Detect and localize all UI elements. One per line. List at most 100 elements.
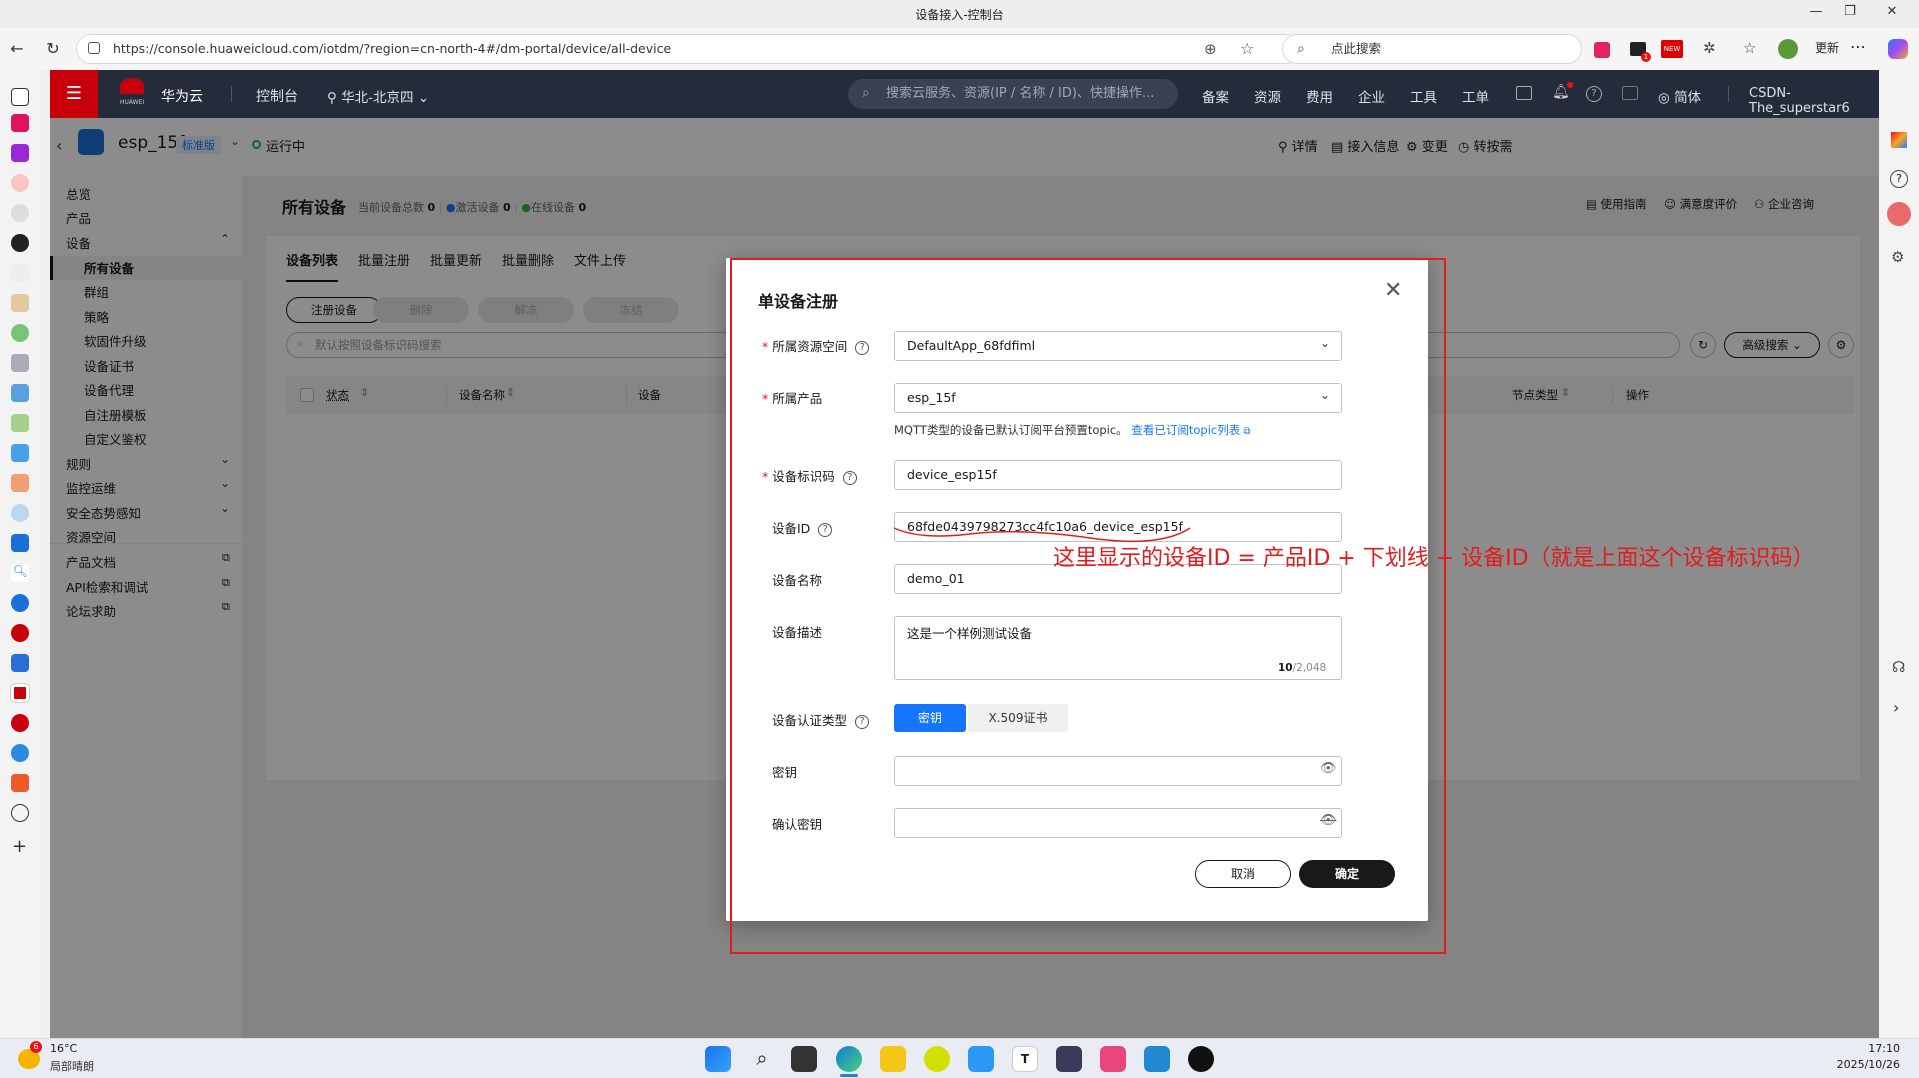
huawei-logo-icon — [120, 78, 144, 94]
app-icon[interactable] — [924, 1046, 950, 1072]
active-app-indicator — [840, 1074, 858, 1077]
language-selector[interactable]: ◎ 简体 — [1658, 86, 1701, 106]
app-icon[interactable] — [1100, 1046, 1126, 1072]
sidebar-app-icon[interactable] — [1891, 132, 1907, 148]
annotation-highlight-box — [730, 258, 1446, 954]
copilot-icon[interactable] — [1888, 39, 1908, 59]
huawei-tab-icon[interactable] — [11, 624, 29, 642]
topbar-menu-item[interactable]: 企业 — [1358, 86, 1385, 106]
tab-favicon[interactable] — [11, 354, 29, 372]
divider — [1728, 86, 1729, 102]
search-icon[interactable]: ⌕ — [749, 1046, 775, 1072]
collections-icon[interactable]: ☆ — [1743, 39, 1756, 57]
tab-favicon[interactable] — [11, 264, 29, 282]
globe-icon[interactable] — [11, 804, 29, 822]
typora-icon[interactable]: T — [1012, 1046, 1038, 1072]
address-bar[interactable]: https://console.huaweicloud.com/iotdm/?r… — [76, 34, 1301, 64]
web-search-input[interactable]: 点此搜索 — [1282, 34, 1582, 64]
topbar-menu-item[interactable]: 工单 — [1462, 86, 1489, 106]
github-icon[interactable] — [11, 234, 29, 252]
vscode-icon[interactable] — [1144, 1046, 1170, 1072]
region-selector[interactable]: ⚲ 华北-北京四 ⌄ — [327, 86, 429, 106]
tab-favicon[interactable] — [11, 594, 29, 612]
minimize-button[interactable]: — — [1806, 4, 1826, 19]
refresh-icon[interactable]: ↻ — [42, 38, 64, 60]
window-titlebar: 设备接入-控制台 — ❐ ✕ — [0, 0, 1919, 28]
topbar-menu-item[interactable]: 资源 — [1254, 86, 1281, 106]
annotation-text: 这里显示的设备ID = 产品ID + 下划线 + 设备ID（就是上面这个设备标识… — [1053, 546, 1815, 571]
start-icon[interactable] — [705, 1046, 731, 1072]
app-icon[interactable] — [1056, 1046, 1082, 1072]
profile-avatar[interactable] — [1778, 39, 1798, 59]
settings-gear-icon[interactable]: ⚙ — [1891, 248, 1904, 266]
close-window-button[interactable]: ✕ — [1882, 4, 1902, 19]
help-icon[interactable]: ? — [1586, 86, 1602, 102]
tab-favicon[interactable] — [11, 324, 29, 342]
tab-favicon[interactable] — [11, 384, 29, 402]
notification-dot — [1567, 82, 1573, 88]
brand-name[interactable]: 华为云 — [161, 86, 203, 106]
tab-favicon[interactable] — [11, 654, 29, 672]
more-icon[interactable]: ⋯ — [1850, 37, 1866, 56]
tab-favicon[interactable] — [11, 474, 29, 492]
tab-favicon[interactable] — [11, 444, 29, 462]
console-link[interactable]: 控制台 — [256, 86, 298, 106]
browser-sidebar: ? ⚙ ☊ › — [1879, 70, 1919, 1038]
maximize-button[interactable]: ❐ — [1840, 4, 1860, 19]
tab-favicon[interactable] — [11, 744, 29, 762]
feedback-icon[interactable] — [1622, 86, 1638, 100]
headset-icon[interactable]: ☊ — [1892, 658, 1905, 676]
edge-icon[interactable] — [836, 1046, 862, 1072]
tab-favicon[interactable] — [11, 174, 29, 192]
tab-favicon[interactable] — [11, 144, 29, 162]
topbar-menu-item[interactable]: 工具 — [1410, 86, 1437, 106]
tab-favicon[interactable] — [11, 534, 29, 552]
huawei-tab-icon-active[interactable] — [10, 683, 30, 703]
search-tab-icon[interactable]: 🔍︎ — [11, 564, 29, 582]
console-search-input[interactable]: 搜索云服务、资源(IP / 名称 / ID)、快捷操作... — [848, 79, 1178, 109]
new-badge[interactable]: NEW — [1661, 40, 1683, 58]
site-info-icon[interactable] — [88, 42, 100, 54]
translate-icon[interactable] — [1887, 202, 1911, 226]
qq-icon[interactable] — [1188, 1046, 1214, 1072]
search-icon: ⌕ — [862, 85, 870, 101]
reader-icon[interactable]: ⊕ — [1204, 40, 1217, 58]
tab-favicon[interactable] — [11, 774, 29, 792]
task-view-icon[interactable] — [791, 1046, 817, 1072]
browser-toolbar: ← ↻ https://console.huaweicloud.com/iotd… — [0, 28, 1919, 70]
favorite-star-icon[interactable]: ☆ — [1240, 39, 1254, 58]
topbar-menu-item[interactable]: 费用 — [1306, 86, 1333, 106]
tab-favicon[interactable] — [11, 114, 29, 132]
weather-desc: 局部晴朗 — [50, 1060, 94, 1073]
tab-favicon[interactable] — [11, 294, 29, 312]
location-icon: ⚲ — [327, 90, 342, 106]
window-title: 设备接入-控制台 — [915, 8, 1004, 22]
search-icon: ⌕ — [1297, 41, 1305, 57]
clock-date[interactable]: 2025/10/26 — [1820, 1058, 1900, 1071]
puzzle-icon[interactable]: ✲ — [1703, 39, 1716, 57]
extension-icon[interactable] — [1594, 42, 1610, 58]
clock-time[interactable]: 17:10 — [1850, 1042, 1900, 1055]
user-account[interactable]: CSDN-The_superstar6 — [1749, 86, 1879, 116]
back-icon[interactable]: ← — [6, 38, 28, 60]
menu-icon[interactable]: ☰ — [50, 70, 98, 118]
topbar-menu-item[interactable]: 备案 — [1202, 86, 1229, 106]
divider — [231, 86, 232, 102]
cloud-shell-icon[interactable] — [1516, 86, 1532, 100]
weather-badge: 6 — [30, 1041, 42, 1053]
update-button[interactable]: 更新 — [1815, 39, 1839, 56]
help-icon[interactable]: ? — [1890, 170, 1908, 188]
tab-actions-icon[interactable] — [11, 88, 29, 106]
vertical-tab-strip: 🔍︎ + — [0, 70, 40, 1038]
tab-favicon[interactable] — [11, 504, 29, 522]
file-explorer-icon[interactable] — [880, 1046, 906, 1072]
brand-sub: HUAWEI — [120, 99, 145, 106]
chevron-right-icon[interactable]: › — [1893, 698, 1899, 717]
huawei-tab-icon[interactable] — [11, 714, 29, 732]
tab-favicon[interactable] — [11, 414, 29, 432]
new-tab-icon[interactable]: + — [12, 836, 27, 857]
console-topbar: ☰ HUAWEI 华为云 控制台 ⚲ 华北-北京四 ⌄ 搜索云服务、资源(IP … — [50, 70, 1879, 118]
feishu-icon[interactable] — [968, 1046, 994, 1072]
notification-badge: 1 — [1641, 52, 1651, 62]
tab-favicon[interactable] — [11, 204, 29, 222]
